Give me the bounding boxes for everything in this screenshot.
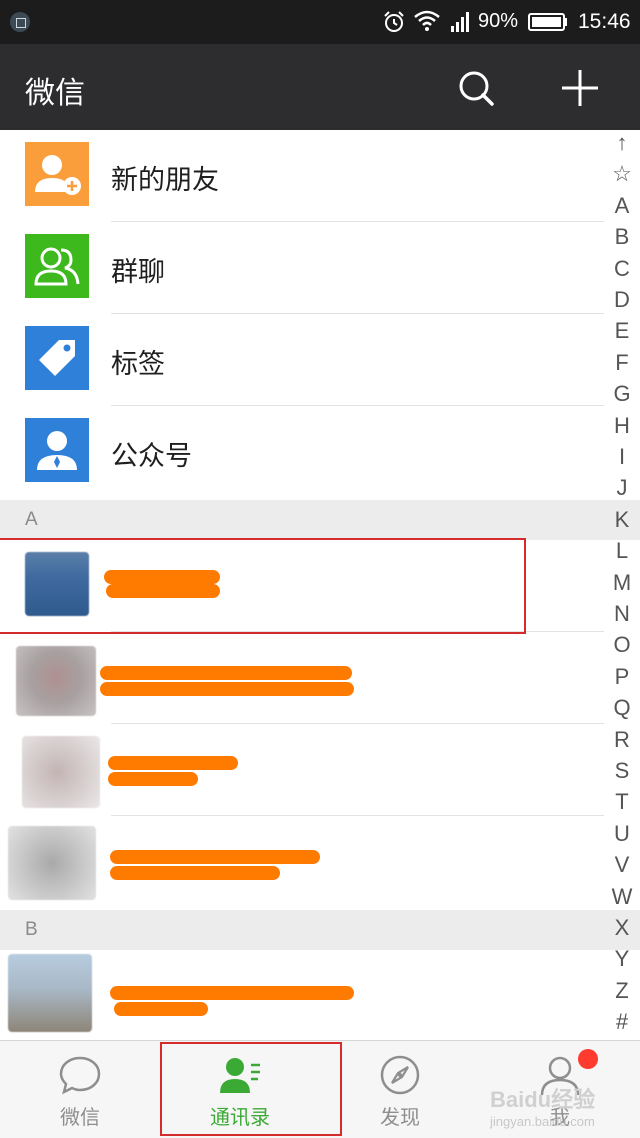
avatar (8, 954, 92, 1032)
index-letter[interactable]: A (604, 193, 640, 219)
index-letter[interactable]: H (604, 413, 640, 439)
contact-row[interactable] (0, 950, 604, 1042)
section-header-a: A (0, 500, 640, 540)
index-letter[interactable]: P (604, 664, 640, 690)
watermark-sub: jingyan.baidu.com (490, 1114, 595, 1129)
official-accounts-label: 公众号 (111, 441, 192, 472)
index-letter[interactable]: S (604, 758, 640, 784)
clock: 15:46 (578, 10, 631, 33)
contact-row[interactable] (0, 816, 604, 908)
index-letter[interactable]: C (604, 256, 640, 282)
redaction-mark (100, 682, 354, 696)
index-letter[interactable]: G (604, 381, 640, 407)
new-friends-row[interactable]: 新的朋友 (0, 130, 604, 222)
page-title: 微信 (25, 76, 85, 111)
status-bar: 90% 15:46 (0, 0, 640, 44)
app-bar: 微信 (0, 44, 640, 130)
group-chat-row[interactable]: 群聊 (0, 222, 604, 314)
index-letter[interactable]: O (604, 632, 640, 658)
tab-discover[interactable]: 发现 (320, 1041, 480, 1138)
contact-row[interactable] (0, 724, 604, 816)
official-accounts-row[interactable]: 公众号 (0, 406, 604, 498)
screenshot-notification-icon (10, 12, 30, 32)
wifi-icon (414, 10, 440, 31)
alarm-icon (384, 11, 404, 32)
highlight-box-contact (0, 538, 526, 634)
index-letter[interactable]: R (604, 727, 640, 753)
alphabet-index[interactable]: ↑ ☆ A B C D E F G H I J K L M N O P Q R S T U V W X Y Z # (604, 130, 640, 1040)
add-icon[interactable] (558, 66, 602, 110)
official-account-icon (25, 418, 89, 482)
battery-icon (528, 13, 567, 31)
index-letter[interactable]: X (604, 915, 640, 941)
contact-row[interactable] (0, 632, 604, 724)
redaction-mark (110, 986, 354, 1000)
redaction-mark (110, 850, 320, 864)
index-letter[interactable]: Q (604, 695, 640, 721)
redaction-mark (110, 866, 280, 880)
group-chat-icon (25, 234, 89, 298)
chat-bubble-icon (59, 1056, 101, 1095)
tab-label: 微信 (60, 1105, 100, 1129)
group-chat-label: 群聊 (111, 257, 165, 288)
notification-badge (578, 1049, 598, 1069)
redaction-mark (108, 756, 238, 770)
battery-percent: 90% (478, 10, 519, 32)
signal-icon (451, 12, 469, 32)
index-letter[interactable]: K (604, 507, 640, 533)
index-letter[interactable]: ☆ (604, 161, 640, 187)
index-letter[interactable]: I (604, 444, 640, 470)
avatar (22, 736, 100, 808)
index-letter[interactable]: J (604, 475, 640, 501)
redaction-mark (114, 1002, 208, 1016)
index-letter[interactable]: V (604, 852, 640, 878)
tags-row[interactable]: 标签 (0, 314, 604, 406)
index-letter[interactable]: M (604, 570, 640, 596)
search-icon[interactable] (456, 68, 496, 108)
redaction-mark (100, 666, 352, 680)
index-letter[interactable]: Z (604, 978, 640, 1004)
index-letter[interactable]: F (604, 350, 640, 376)
index-letter[interactable]: # (604, 1009, 640, 1035)
section-header-b: B (0, 910, 640, 950)
highlight-box-contacts-tab (160, 1042, 342, 1136)
index-letter[interactable]: W (604, 884, 640, 910)
index-letter[interactable]: Y (604, 946, 640, 972)
avatar (8, 826, 96, 900)
index-letter[interactable]: L (604, 538, 640, 564)
index-letter[interactable]: E (604, 318, 640, 344)
tab-label: 发现 (380, 1105, 420, 1129)
tab-chats[interactable]: 微信 (0, 1041, 160, 1138)
watermark: Baidu经验 jingyan.baidu.com (490, 1082, 595, 1129)
new-friends-label: 新的朋友 (111, 165, 219, 196)
index-letter[interactable]: T (604, 789, 640, 815)
watermark-text: Baidu经验 (490, 1087, 596, 1112)
index-letter[interactable]: N (604, 601, 640, 627)
redaction-mark (108, 772, 198, 786)
compass-icon (380, 1055, 420, 1095)
index-letter[interactable]: ↑ (604, 130, 640, 156)
new-friends-icon (25, 142, 89, 206)
tag-icon (25, 326, 89, 390)
tags-label: 标签 (111, 349, 165, 380)
avatar (16, 646, 96, 716)
index-letter[interactable]: D (604, 287, 640, 313)
index-letter[interactable]: B (604, 224, 640, 250)
index-letter[interactable]: U (604, 821, 640, 847)
